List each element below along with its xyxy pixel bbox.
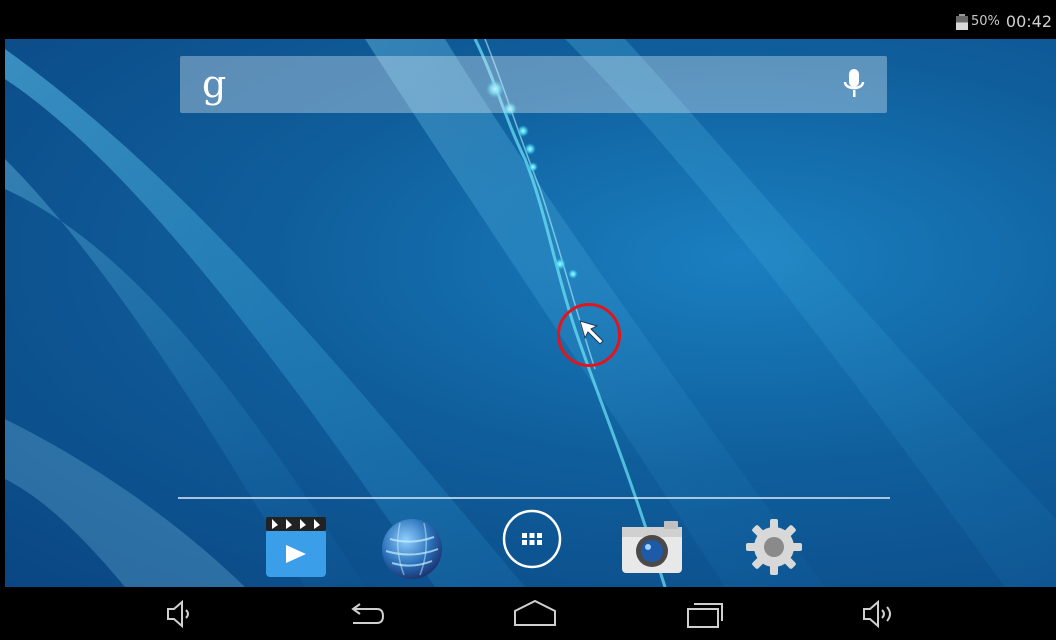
volume-down-icon[interactable] (160, 597, 200, 631)
settings-gear-icon[interactable] (742, 515, 806, 579)
recent-apps-icon[interactable] (684, 597, 724, 631)
volume-up-icon[interactable] (860, 597, 900, 631)
status-bar: 50% 00:42 (0, 0, 1056, 39)
search-bar[interactable]: g (180, 56, 887, 113)
android-home-screen: 50% 00:42 g (0, 0, 1056, 640)
clock: 00:42 (1005, 12, 1052, 31)
app-drawer-icon[interactable] (500, 507, 564, 571)
home-icon[interactable] (512, 597, 558, 631)
status-indicators: 50% 00:42 (955, 12, 1052, 31)
wallpaper (5, 39, 1056, 587)
camera-icon[interactable] (620, 515, 684, 579)
battery-icon (955, 13, 968, 30)
video-player-icon[interactable] (262, 515, 326, 579)
navigation-bar (0, 587, 1056, 640)
dock-divider (178, 497, 890, 499)
battery-level: 50% (970, 14, 1000, 29)
browser-globe-icon[interactable] (380, 515, 444, 579)
back-icon[interactable] (345, 597, 385, 631)
wallpaper-art (5, 39, 1056, 587)
google-search-icon[interactable]: g (202, 60, 226, 108)
mouse-cursor-icon (579, 320, 604, 345)
microphone-icon[interactable] (843, 68, 865, 100)
